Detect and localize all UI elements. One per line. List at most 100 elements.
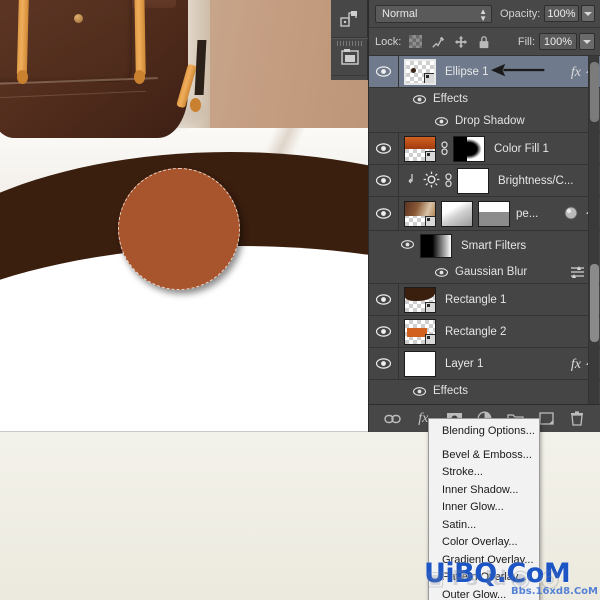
- brightness-adjustment-icon[interactable]: [423, 171, 440, 191]
- photo-composition[interactable]: [0, 0, 372, 432]
- menu-item-blending-options[interactable]: Blending Options...: [429, 423, 539, 441]
- filter-mask-thumbnail[interactable]: [478, 200, 510, 227]
- slider-glyph: [571, 266, 584, 278]
- layer-thumbnail[interactable]: [404, 135, 436, 162]
- chevron-down-icon: [583, 39, 591, 44]
- mask-link-icon[interactable]: [443, 172, 454, 189]
- menu-item-color-overlay[interactable]: Color Overlay...: [429, 534, 539, 552]
- lock-all-icon[interactable]: [477, 35, 491, 49]
- lock-position-icon[interactable]: [454, 35, 468, 49]
- blend-mode-select[interactable]: Normal ▲ ▼: [375, 4, 492, 23]
- layer-thumbnail[interactable]: [404, 350, 436, 377]
- layer-visibility-toggle[interactable]: [369, 56, 399, 87]
- layer-row-smart-object[interactable]: pe...: [369, 197, 600, 231]
- delete-layer-icon[interactable]: [568, 410, 586, 428]
- menu-item-bevel-emboss[interactable]: Bevel & Emboss...: [429, 447, 539, 465]
- smart-filters-row[interactable]: Smart Filters: [369, 231, 600, 261]
- layers-panel[interactable]: Normal ▲ ▼ Opacity: 100% Lock: Fill: 100…: [368, 0, 600, 432]
- clip-arrow-glyph: [408, 173, 413, 183]
- stepper-arrows-icon[interactable]: ▲ ▼: [479, 7, 487, 22]
- history-panel-icon[interactable]: [331, 0, 368, 38]
- scrollbar-thumb-upper[interactable]: [590, 62, 599, 122]
- menu-item-inner-glow[interactable]: Inner Glow...: [429, 499, 539, 517]
- blend-mode-row[interactable]: Normal ▲ ▼ Opacity: 100%: [369, 0, 600, 28]
- smart-filters-visibility-toggle[interactable]: [400, 240, 415, 252]
- layer-mask-thumbnail[interactable]: [457, 167, 489, 194]
- smart-filter-gaussian-blur[interactable]: Gaussian Blur: [369, 261, 600, 283]
- layer-row-rectangle-2[interactable]: Rectangle 2: [369, 316, 600, 348]
- opacity-dropdown-icon[interactable]: [580, 5, 595, 22]
- opacity-label: Opacity:: [499, 7, 541, 20]
- lock-buttons[interactable]: [409, 35, 491, 49]
- menu-item-stroke[interactable]: Stroke...: [429, 464, 539, 482]
- lock-image-pixels-icon[interactable]: [431, 35, 445, 49]
- fill-input[interactable]: 100%: [539, 33, 577, 50]
- link-layers-icon[interactable]: [383, 410, 401, 428]
- app-root: Normal ▲ ▼ Opacity: 100% Lock: Fill: 100…: [0, 0, 600, 600]
- vector-mask-badge: [424, 72, 434, 83]
- collapsed-panel-dock[interactable]: [331, 0, 368, 80]
- effects-visibility-toggle[interactable]: [413, 94, 426, 104]
- swatches-panel-icon[interactable]: [331, 38, 368, 76]
- layer-thumbnail[interactable]: [404, 58, 436, 85]
- menu-item-inner-shadow[interactable]: Inner Shadow...: [429, 482, 539, 500]
- layer-visibility-toggle[interactable]: [369, 165, 399, 196]
- effects-visibility-toggle[interactable]: [413, 386, 426, 396]
- fill-dropdown-icon[interactable]: [579, 33, 595, 50]
- layer-thumbnail[interactable]: [404, 318, 436, 345]
- canvas-edge-bottom: [0, 431, 372, 432]
- layer-visibility-toggle[interactable]: [369, 197, 399, 230]
- layer-visibility-toggle[interactable]: [369, 348, 399, 379]
- panel-grip[interactable]: [337, 41, 362, 46]
- layers-scrollbar[interactable]: [588, 56, 599, 404]
- backpack-strap-center: [134, 0, 146, 77]
- layer-row-color-fill-1[interactable]: Color Fill 1: [369, 133, 600, 165]
- layer-mask-thumbnail[interactable]: [441, 200, 473, 227]
- thumbnail-image-preview: [405, 201, 435, 217]
- layer-effects-group-layer-1[interactable]: Effects: [369, 380, 600, 402]
- menu-item-satin[interactable]: Satin...: [429, 517, 539, 535]
- clipping-mask-icon: [407, 173, 416, 189]
- backpack-strap-tip-left: [17, 70, 28, 84]
- layer-row-ellipse-1[interactable]: Ellipse 1 fx: [369, 56, 600, 88]
- filter-blending-options-icon[interactable]: [570, 265, 585, 281]
- layer-row-rectangle-1[interactable]: Rectangle 1: [369, 284, 600, 316]
- smart-object-indicator-icon: [563, 205, 579, 224]
- layer-name: Brightness/C...: [498, 174, 574, 187]
- menu-item-pattern-overlay[interactable]: Pattern Overlay...: [429, 569, 539, 587]
- link-glyph: [441, 141, 448, 156]
- layer-thumbnail[interactable]: [404, 286, 436, 313]
- lock-transparent-pixels-icon[interactable]: [409, 35, 423, 48]
- layer-row-layer-1[interactable]: Layer 1 fx: [369, 348, 600, 380]
- layer-thumbnail[interactable]: [404, 200, 436, 227]
- menu-item-gradient-overlay[interactable]: Gradient Overlay...: [429, 552, 539, 570]
- menu-item-outer-glow[interactable]: Outer Glow...: [429, 587, 539, 600]
- layer-row-brightness-contrast[interactable]: Brightness/C...: [369, 165, 600, 197]
- layer-visibility-toggle[interactable]: [369, 316, 399, 347]
- scrollbar-thumb-lower[interactable]: [590, 264, 599, 342]
- backpack-seam-2: [0, 90, 146, 99]
- effect-visibility-toggle[interactable]: [435, 116, 448, 126]
- mask-link-icon[interactable]: [439, 140, 450, 157]
- layer-mask-thumbnail[interactable]: [453, 135, 485, 162]
- eye-icon: [376, 66, 391, 77]
- new-layer-icon[interactable]: [538, 410, 556, 428]
- layer-name: pe...: [516, 207, 539, 220]
- eye-icon: [376, 294, 391, 305]
- layer-effect-drop-shadow[interactable]: Drop Shadow: [369, 110, 600, 132]
- layer-visibility-toggle[interactable]: [369, 284, 399, 315]
- filter-visibility-toggle[interactable]: [435, 267, 448, 277]
- opacity-input[interactable]: 100%: [544, 5, 579, 22]
- smart-filter-mask-thumbnail[interactable]: [420, 234, 452, 258]
- ellipse-shape-selection[interactable]: [118, 168, 240, 290]
- layer-effects-group-ellipse-1[interactable]: Effects: [369, 88, 600, 110]
- thumbnail-shape-preview: [407, 327, 427, 337]
- sun-glyph: [423, 171, 440, 187]
- layer-style-fx-icon[interactable]: fx: [571, 65, 581, 81]
- layer-name: Rectangle 2: [445, 325, 507, 338]
- layer-style-menu[interactable]: Blending Options... Bevel & Emboss... St…: [428, 418, 540, 600]
- layer-list[interactable]: Ellipse 1 fx Effects Drop Shadow Color F…: [369, 56, 600, 404]
- layer-visibility-toggle[interactable]: [369, 133, 399, 164]
- lock-row[interactable]: Lock: Fill: 100%: [369, 28, 600, 56]
- layer-style-fx-icon[interactable]: fx: [571, 357, 581, 373]
